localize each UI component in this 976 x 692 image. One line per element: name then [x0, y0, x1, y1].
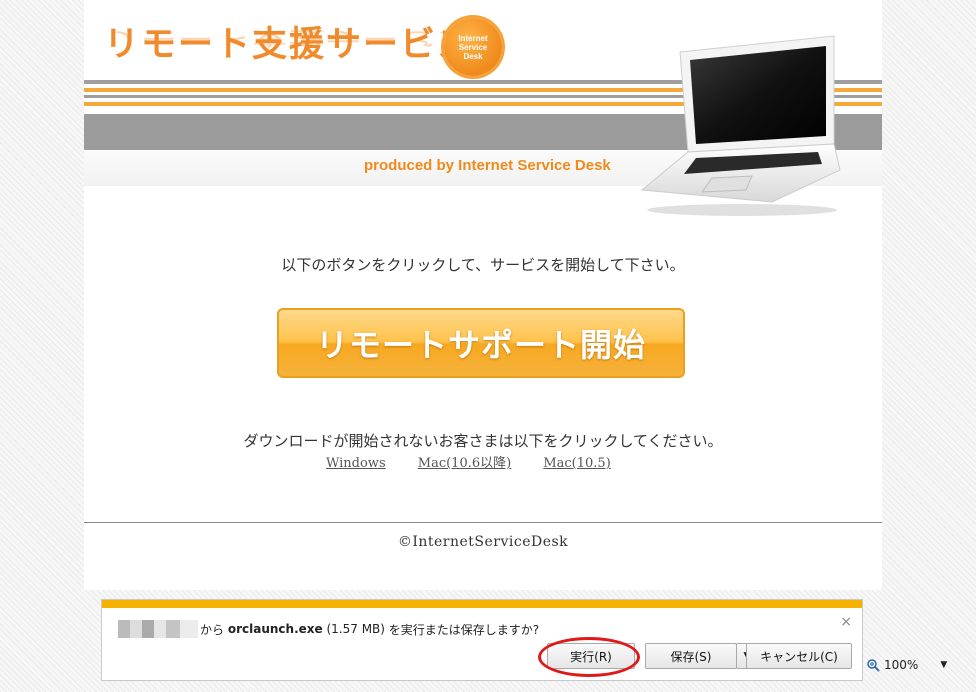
site-header: リモート支援サービス リモート支援サービス Internet Service D… [84, 0, 882, 216]
remote-support-start-button[interactable]: リモートサポート開始 [277, 308, 685, 378]
save-button[interactable]: 保存(S) [645, 643, 737, 669]
run-button[interactable]: 実行(R) [547, 643, 635, 669]
header-tagline: produced by Internet Service Desk [364, 157, 611, 174]
download-note: ダウンロードが開始されないお客さまは以下をクリックしてください。 [243, 432, 723, 450]
web-page: リモート支援サービス リモート支援サービス Internet Service D… [84, 0, 882, 590]
instruction-text: 以下のボタンをクリックして、サービスを開始して下さい。 [281, 256, 685, 274]
download-prompt: から orclaunch.exe (1.57 MB) を実行または保存しますか? [118, 620, 539, 638]
cancel-button[interactable]: キャンセル(C) [746, 643, 852, 669]
download-filename: orclaunch.exe [227, 622, 323, 636]
download-links: Windows Mac(10.6以降) Mac(10.5) [326, 452, 639, 471]
download-windows-link[interactable]: Windows [326, 456, 386, 471]
magnifier-icon [867, 659, 880, 672]
zoom-level: 100% [884, 658, 919, 672]
copyright-text: ©InternetServiceDesk [397, 534, 569, 550]
redacted-site-name [118, 620, 198, 638]
site-logo-reflection: リモート支援サービス [104, 27, 475, 48]
zoom-control[interactable]: 100% ▼ [866, 658, 947, 672]
isd-seal-badge: Internet Service Desk [444, 18, 502, 76]
footer-divider [84, 522, 882, 523]
zoom-dropdown-icon[interactable]: ▼ [940, 660, 947, 670]
close-icon[interactable]: × [840, 614, 852, 630]
laptop-icon [640, 35, 841, 216]
download-size: (1.57 MB) [326, 622, 385, 636]
download-mac-old-link[interactable]: Mac(10.5) [543, 456, 610, 471]
download-mac-new-link[interactable]: Mac(10.6以降) [418, 456, 511, 471]
notification-accent-strip [102, 600, 862, 608]
